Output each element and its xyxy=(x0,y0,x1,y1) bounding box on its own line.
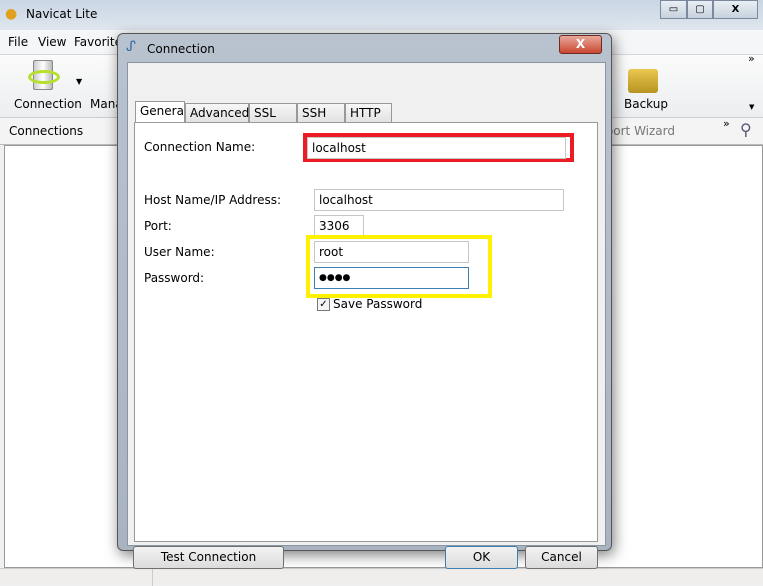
backup-icon xyxy=(628,69,658,93)
host-label: Host Name/IP Address: xyxy=(144,193,282,207)
general-tab-panel: Connection Name: localhost Host Name/IP … xyxy=(134,122,598,542)
save-password-checkbox[interactable]: ✓ xyxy=(317,298,330,311)
mysql-dolphin-icon: ᔑ xyxy=(126,39,136,55)
navicat-logo-icon: ● xyxy=(5,6,18,22)
manage-button[interactable]: Manage xyxy=(90,97,117,111)
app-title: Navicat Lite xyxy=(26,7,98,21)
maximize-button[interactable]: ▢ xyxy=(687,0,713,19)
connection-ring-icon xyxy=(28,70,60,84)
menu-view[interactable]: View xyxy=(38,35,66,49)
ok-button[interactable]: OK xyxy=(445,546,518,569)
host-input[interactable]: localhost xyxy=(314,189,564,211)
password-input[interactable]: ●●●● xyxy=(314,267,469,289)
tab-general[interactable]: General xyxy=(135,101,187,124)
dialog-close-button[interactable]: X xyxy=(559,35,602,54)
connection-dialog: ᔑ Connection X General Advanced SSL SSH … xyxy=(117,33,612,569)
search-icon[interactable]: ⚲ xyxy=(740,120,752,139)
port-label: Port: xyxy=(144,219,172,233)
password-label: Password: xyxy=(144,271,205,285)
user-name-label: User Name: xyxy=(144,245,215,259)
toolbar-overflow-icon[interactable]: » xyxy=(748,52,755,65)
connection-name-input[interactable]: localhost xyxy=(307,137,566,159)
connection-dropdown-icon[interactable]: ▼ xyxy=(76,77,82,86)
tab-ssh[interactable]: SSH xyxy=(297,103,345,123)
user-name-input[interactable]: root xyxy=(314,241,469,263)
connection-name-label: Connection Name: xyxy=(144,140,256,154)
save-password-label: Save Password xyxy=(333,297,423,311)
toolbar-dropdown-icon[interactable]: ▼ xyxy=(749,103,754,111)
cancel-button[interactable]: Cancel xyxy=(525,546,598,569)
connbar-overflow-icon[interactable]: » xyxy=(723,117,730,130)
tab-ssl[interactable]: SSL xyxy=(249,103,297,123)
tab-advanced[interactable]: Advanced xyxy=(185,103,249,123)
app-title-bar: ● Navicat Lite ▭ ▢ X xyxy=(0,0,763,30)
status-bar xyxy=(0,568,763,586)
status-divider xyxy=(152,569,153,586)
minimize-button[interactable]: ▭ xyxy=(660,0,687,19)
backup-button[interactable]: Backup xyxy=(624,97,668,111)
dialog-body: General Advanced SSL SSH HTTP Connection… xyxy=(127,62,606,569)
test-connection-button[interactable]: Test Connection xyxy=(133,546,284,569)
connection-button[interactable]: Connection xyxy=(14,97,82,111)
tab-http[interactable]: HTTP xyxy=(345,103,392,123)
dialog-title: Connection xyxy=(147,42,215,56)
port-input[interactable]: 3306 xyxy=(314,215,364,237)
menu-file[interactable]: File xyxy=(8,35,28,49)
close-button[interactable]: X xyxy=(713,0,758,19)
connections-label: Connections xyxy=(9,124,84,138)
